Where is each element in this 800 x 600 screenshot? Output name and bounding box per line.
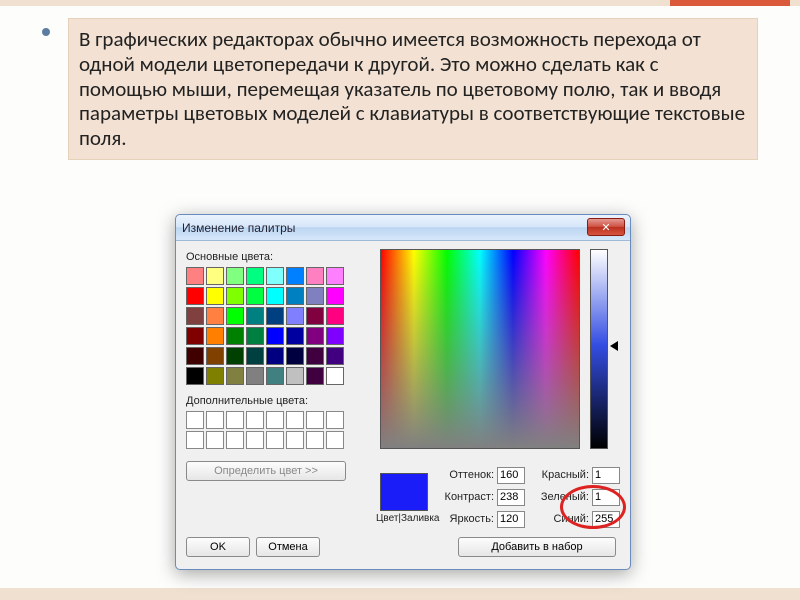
basic-swatch[interactable] <box>246 367 264 385</box>
basic-swatch[interactable] <box>246 347 264 365</box>
basic-swatch[interactable] <box>266 367 284 385</box>
lum-input[interactable] <box>497 511 525 528</box>
basic-swatch[interactable] <box>226 347 244 365</box>
basic-swatch[interactable] <box>306 307 324 325</box>
basic-swatch[interactable] <box>326 327 344 345</box>
basic-swatch[interactable] <box>286 287 304 305</box>
basic-swatch[interactable] <box>206 347 224 365</box>
basic-swatch[interactable] <box>186 307 204 325</box>
custom-swatch[interactable] <box>286 411 304 429</box>
custom-swatch[interactable] <box>286 431 304 449</box>
color-dialog: Изменение палитры ✕ Основные цвета: Допо… <box>175 214 631 570</box>
basic-swatch[interactable] <box>286 367 304 385</box>
red-input[interactable] <box>592 467 620 484</box>
basic-swatch[interactable] <box>306 287 324 305</box>
slide-top-accent <box>670 0 790 6</box>
basic-swatch[interactable] <box>326 347 344 365</box>
basic-swatch[interactable] <box>226 287 244 305</box>
green-input[interactable] <box>592 489 620 506</box>
custom-swatch[interactable] <box>186 411 204 429</box>
basic-swatch[interactable] <box>286 307 304 325</box>
basic-swatch[interactable] <box>306 367 324 385</box>
blue-label: Синий: <box>531 513 589 525</box>
basic-swatch[interactable] <box>206 287 224 305</box>
dialog-buttons: OK Отмена <box>186 537 320 557</box>
custom-swatch[interactable] <box>186 431 204 449</box>
basic-swatch[interactable] <box>206 267 224 285</box>
define-color-button[interactable]: Определить цвет >> <box>186 461 346 481</box>
basic-swatch[interactable] <box>246 287 264 305</box>
red-label: Красный: <box>531 469 589 481</box>
dialog-body: Основные цвета: Дополнительные цвета: Оп… <box>176 241 630 569</box>
custom-swatch[interactable] <box>306 411 324 429</box>
bullet-icon <box>42 28 50 36</box>
color-gradient-field[interactable] <box>380 249 580 449</box>
basic-swatch[interactable] <box>326 367 344 385</box>
custom-swatch[interactable] <box>326 411 344 429</box>
basic-swatch[interactable] <box>266 347 284 365</box>
basic-swatch[interactable] <box>186 267 204 285</box>
basic-swatch[interactable] <box>246 327 264 345</box>
close-icon: ✕ <box>601 221 610 234</box>
basic-swatch[interactable] <box>286 267 304 285</box>
hue-label: Оттенок: <box>438 469 494 481</box>
custom-swatch[interactable] <box>206 411 224 429</box>
basic-swatch[interactable] <box>186 347 204 365</box>
color-preview-label: Цвет|Заливка <box>376 513 440 524</box>
slide-paragraph: В графических редакторах обычно имеется … <box>68 18 758 160</box>
basic-swatch[interactable] <box>326 287 344 305</box>
basic-swatch[interactable] <box>206 367 224 385</box>
custom-swatch[interactable] <box>246 411 264 429</box>
basic-swatch[interactable] <box>286 347 304 365</box>
dialog-title: Изменение палитры <box>182 221 295 235</box>
custom-swatch[interactable] <box>326 431 344 449</box>
basic-swatch[interactable] <box>306 327 324 345</box>
hue-input[interactable] <box>497 467 525 484</box>
slide-bottom-bar <box>0 588 800 600</box>
basic-swatch[interactable] <box>226 367 244 385</box>
luminosity-pointer-icon[interactable] <box>610 341 618 351</box>
basic-swatch[interactable] <box>206 307 224 325</box>
custom-swatch[interactable] <box>266 431 284 449</box>
custom-swatch[interactable] <box>306 431 324 449</box>
blue-input[interactable] <box>592 511 620 528</box>
lum-label: Яркость: <box>438 513 494 525</box>
custom-swatch[interactable] <box>226 411 244 429</box>
sat-label: Контраст: <box>438 491 494 503</box>
ok-button[interactable]: OK <box>186 537 250 557</box>
basic-swatch[interactable] <box>266 287 284 305</box>
basic-swatch[interactable] <box>186 287 204 305</box>
custom-swatch[interactable] <box>226 431 244 449</box>
basic-swatch[interactable] <box>186 367 204 385</box>
basic-swatch[interactable] <box>266 327 284 345</box>
basic-swatch[interactable] <box>266 307 284 325</box>
basic-swatch[interactable] <box>326 267 344 285</box>
basic-swatch[interactable] <box>246 267 264 285</box>
green-label: Зеленый: <box>531 491 589 503</box>
basic-swatch[interactable] <box>266 267 284 285</box>
dialog-titlebar[interactable]: Изменение палитры ✕ <box>176 215 630 241</box>
add-to-set-button[interactable]: Добавить в набор <box>458 537 616 557</box>
basic-swatch[interactable] <box>306 347 324 365</box>
luminosity-bar[interactable] <box>590 249 608 449</box>
basic-swatch[interactable] <box>226 267 244 285</box>
basic-swatch[interactable] <box>186 327 204 345</box>
basic-swatch[interactable] <box>226 307 244 325</box>
basic-swatch[interactable] <box>226 327 244 345</box>
close-button[interactable]: ✕ <box>587 218 625 236</box>
basic-swatch[interactable] <box>326 307 344 325</box>
basic-swatch[interactable] <box>206 327 224 345</box>
custom-swatch[interactable] <box>266 411 284 429</box>
value-fields: Оттенок: Красный: Контраст: Зеленый: Ярк… <box>438 463 620 531</box>
basic-swatch[interactable] <box>306 267 324 285</box>
custom-swatch[interactable] <box>206 431 224 449</box>
color-preview-swatch <box>380 473 428 511</box>
custom-swatch[interactable] <box>246 431 264 449</box>
basic-swatch[interactable] <box>246 307 264 325</box>
sat-input[interactable] <box>497 489 525 506</box>
basic-swatch[interactable] <box>286 327 304 345</box>
cancel-button[interactable]: Отмена <box>256 537 320 557</box>
